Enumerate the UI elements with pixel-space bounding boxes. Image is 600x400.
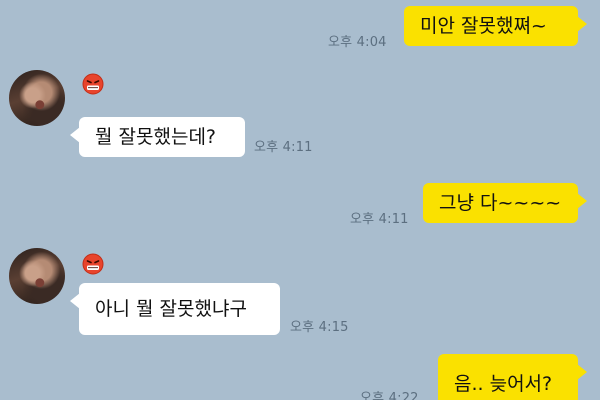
incoming-message-bubble[interactable]: 아니 뭘 잘못했냐구 (70, 283, 280, 335)
profile-avatar[interactable] (9, 70, 65, 126)
chat-window: 오후 4:04 미안 잘못했쪄~ 뭘 잘못했는데? 오후 4:11 오후 4:1… (0, 0, 600, 400)
message-timestamp: 오후 4:11 (350, 212, 409, 227)
outgoing-message-bubble[interactable]: 그냥 다~~~~ (423, 183, 587, 223)
message-timestamp: 오후 4:04 (328, 35, 387, 50)
message-timestamp: 오후 4:22 (360, 391, 419, 400)
profile-avatar[interactable] (9, 248, 65, 304)
outgoing-message-bubble[interactable]: 미안 잘못했쪄~ (404, 6, 587, 46)
outgoing-message-bubble[interactable]: 음.. 늦어서? (438, 354, 587, 400)
incoming-message-bubble[interactable]: 뭘 잘못했는데? (70, 117, 245, 157)
angry-face-emoji-icon (82, 73, 104, 95)
message-timestamp: 오후 4:15 (290, 320, 349, 335)
angry-face-emoji-icon (82, 253, 104, 275)
message-timestamp: 오후 4:11 (254, 140, 313, 155)
